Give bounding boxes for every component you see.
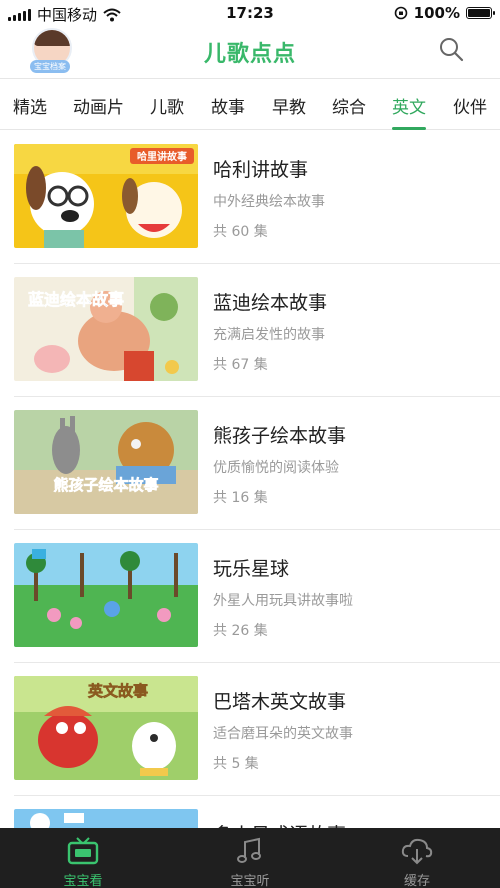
list-item[interactable]: 蓝迪绘本故事 蓝迪绘本故事 充满启发性的故事 共 67 集	[0, 264, 500, 397]
nav-watch[interactable]: 宝宝看	[0, 828, 166, 888]
thumbnail-caption: 熊孩子绘本故事	[53, 476, 158, 494]
nav-label: 宝宝看	[63, 874, 103, 888]
tab-partners[interactable]: 伙伴	[453, 93, 487, 118]
orientation-lock-icon	[394, 6, 407, 20]
cloud-download-icon	[401, 838, 433, 865]
item-description: 中外经典绘本故事	[213, 194, 325, 210]
item-description: 优质愉悦的阅读体验	[213, 460, 339, 476]
tab-early-education[interactable]: 早教	[272, 93, 306, 118]
tab-english[interactable]: 英文	[392, 93, 426, 118]
nav-label: 缓存	[403, 874, 430, 888]
item-description: 外星人用玩具讲故事啦	[213, 593, 353, 609]
bottom-nav: 宝宝看 宝宝听 缓存	[0, 828, 500, 888]
item-title: 熊孩子绘本故事	[213, 425, 347, 447]
battery-fill	[468, 9, 490, 17]
app-logo: 儿歌点点	[203, 42, 296, 67]
episode-count: 共 5 集	[213, 756, 259, 772]
tab-general[interactable]: 综合	[332, 93, 366, 118]
episode-count: 共 16 集	[213, 490, 268, 506]
active-tab-indicator	[392, 127, 426, 130]
app-header: 宝宝档案 儿歌点点	[0, 26, 500, 78]
tab-featured[interactable]: 精选	[13, 93, 47, 118]
battery-icon	[466, 7, 495, 19]
nav-listen[interactable]: 宝宝听	[167, 828, 333, 888]
thumbnail-caption: 哈里讲故事	[137, 150, 187, 163]
list-item[interactable]: 哈里讲故事 哈利讲故事 中外经典绘本故事 共 60 集	[0, 131, 500, 264]
tab-cartoons[interactable]: 动画片	[73, 93, 124, 118]
item-title: 哈利讲故事	[213, 159, 309, 181]
thumbnail-batamu-english: 英文故事	[14, 676, 198, 780]
thumbnail-harry-stories: 哈里讲故事	[14, 144, 198, 248]
item-title: 蓝迪绘本故事	[213, 292, 328, 314]
status-right: 100%	[394, 4, 495, 22]
status-bar: 中国移动 17:23 100%	[0, 0, 500, 26]
item-description: 适合磨耳朵的英文故事	[213, 726, 353, 742]
search-icon[interactable]	[438, 36, 464, 62]
thumbnail-caption: 蓝迪绘本故事	[28, 290, 124, 309]
episode-count: 共 67 集	[213, 357, 268, 373]
item-title: 玩乐星球	[213, 558, 290, 580]
category-tabs: 精选 动画片 儿歌 故事 早教 综合 英文 伙伴	[0, 78, 500, 130]
nav-label: 宝宝听	[230, 874, 270, 888]
tab-songs[interactable]: 儿歌	[150, 93, 184, 118]
nav-cache[interactable]: 缓存	[334, 828, 500, 888]
tab-stories[interactable]: 故事	[211, 93, 245, 118]
thumbnail-naughty-kids-books: 熊孩子绘本故事	[14, 410, 198, 514]
battery-percent: 100%	[413, 4, 460, 22]
item-description: 充满启发性的故事	[213, 327, 325, 343]
episode-count: 共 26 集	[213, 623, 268, 639]
thumbnail-play-planet	[14, 543, 198, 647]
thumbnail-landi-picture-books: 蓝迪绘本故事	[14, 277, 198, 381]
tv-icon	[67, 837, 99, 865]
list-item[interactable]: 英文故事 巴塔木英文故事 适合磨耳朵的英文故事 共 5 集	[0, 663, 500, 796]
list-item[interactable]: 玩乐星球 外星人用玩具讲故事啦 共 26 集	[0, 530, 500, 663]
thumbnail-caption: 英文故事	[88, 682, 148, 700]
list-item[interactable]: 熊孩子绘本故事 熊孩子绘本故事 优质愉悦的阅读体验 共 16 集	[0, 397, 500, 530]
music-note-icon	[237, 837, 261, 863]
item-title: 巴塔木英文故事	[213, 691, 347, 713]
episode-count: 共 60 集	[213, 224, 268, 240]
